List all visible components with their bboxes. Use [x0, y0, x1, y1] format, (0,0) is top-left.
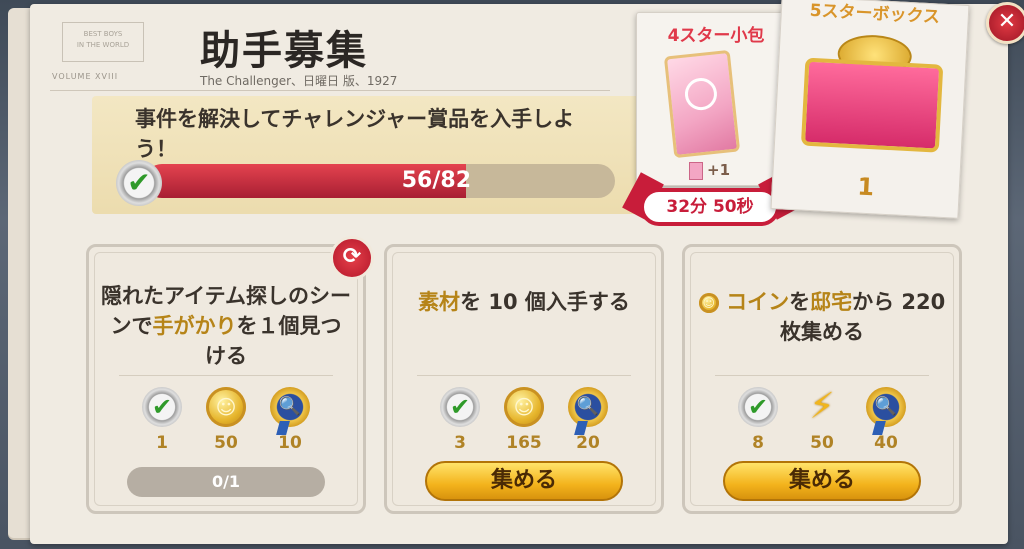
task-title-3: ☺ コインを邸宅から 220 枚集める [697, 287, 947, 347]
check-icon: ✔ [440, 387, 480, 427]
volume-label: VOLUME XVIII [52, 72, 119, 81]
box-reward-card[interactable]: 5スターボックス 1 [770, 0, 970, 219]
check-icon: ✔ [738, 387, 778, 427]
page-title: 助手募集 [200, 28, 368, 74]
reward-value: 40 [874, 433, 898, 453]
energy-icon: ⚡ [809, 386, 835, 427]
task-title-highlight: 手がかり [152, 314, 237, 338]
reward-value: 10 [278, 433, 302, 453]
reward-item: ✔ 3 [437, 387, 483, 467]
reward-value: 1 [156, 433, 168, 453]
task-rewards: ✔ 1 ☺ 50 🔍 10 [89, 387, 363, 467]
task-card-2: 素材を 10 個入手する ✔ 3 ☺ 165 🔍 20 集める [384, 244, 664, 514]
coin-icon: ☺ [504, 387, 544, 427]
task-title-2: 素材を 10 個入手する [399, 287, 649, 317]
reward-item: ✔ 8 [735, 387, 781, 467]
task-progress: 0/1 [127, 467, 325, 497]
pack-plus-value: +1 [707, 161, 731, 179]
task-title-highlight: 素材 [418, 290, 461, 314]
challenge-text: 事件を解決してチャレンジャー賞品を入手しよう！ [135, 107, 575, 161]
masthead-stamp: BEST BOYS IN THE WORLD [62, 22, 144, 62]
collect-button[interactable]: 集める [723, 461, 921, 501]
reward-value: 165 [506, 433, 542, 453]
check-icon: ✔ [116, 160, 162, 206]
clue-medal-icon: 🔍 [270, 387, 310, 427]
challenge-progress-label: 56/82 [401, 168, 471, 193]
box-count: 1 [856, 172, 875, 202]
coin-icon: ☺ [698, 293, 719, 313]
close-button[interactable]: ✕ [986, 2, 1024, 44]
pack-title: 4スター小包 [667, 26, 765, 46]
task-card-1: 隠れたアイテム探しのシーンで手がかりを１個見つける ✔ 1 ☺ 50 🔍 10 … [86, 244, 366, 514]
card-divider [119, 375, 333, 376]
reward-value: 50 [214, 433, 238, 453]
gift-box-icon [800, 57, 944, 153]
task-title-text: を [789, 290, 811, 314]
task-title-highlight: コイン [726, 290, 790, 314]
reward-item: ✔ 1 [139, 387, 185, 467]
task-title-text: を 10 個入手する [460, 290, 630, 314]
task-title-highlight: 邸宅 [810, 290, 853, 314]
reward-item: 🔍 10 [267, 387, 313, 467]
reward-value: 8 [752, 433, 764, 453]
mini-card-icon [689, 161, 703, 180]
clue-medal-icon: 🔍 [866, 387, 906, 427]
refresh-button[interactable]: ⟳ [330, 236, 374, 280]
collect-button[interactable]: 集める [425, 461, 623, 501]
task-card-3: ☺ コインを邸宅から 220 枚集める ✔ 8 ⚡ 50 🔍 40 集める [682, 244, 962, 514]
card-divider [417, 375, 631, 376]
countdown-timer: 32分 50秒 [640, 188, 780, 226]
reward-item: ⚡ 50 [799, 387, 845, 467]
pack-plus-count: +1 [689, 161, 730, 180]
reward-item: 🔍 40 [863, 387, 909, 467]
reward-value: 20 [576, 433, 600, 453]
task-rewards: ✔ 8 ⚡ 50 🔍 40 [685, 387, 959, 467]
page-subtitle: The Challenger、日曜日 版、1927 [200, 74, 398, 88]
header-divider [50, 90, 610, 91]
reward-value: 50 [810, 433, 834, 453]
clue-medal-icon: 🔍 [568, 387, 608, 427]
card-pack-icon [663, 49, 741, 159]
reward-item: 🔍 20 [565, 387, 611, 467]
reward-value: 3 [454, 433, 466, 453]
reward-item: ☺ 50 [203, 387, 249, 467]
check-icon: ✔ [142, 387, 182, 427]
box-title: 5スターボックス [809, 0, 941, 28]
task-rewards: ✔ 3 ☺ 165 🔍 20 [387, 387, 661, 467]
reward-item: ☺ 165 [501, 387, 547, 467]
task-title-1: 隠れたアイテム探しのシーンで手がかりを１個見つける [101, 281, 351, 371]
coin-icon: ☺ [206, 387, 246, 427]
card-divider [715, 375, 929, 376]
pack-reward-card[interactable]: 4スター小包 +1 [636, 12, 796, 186]
